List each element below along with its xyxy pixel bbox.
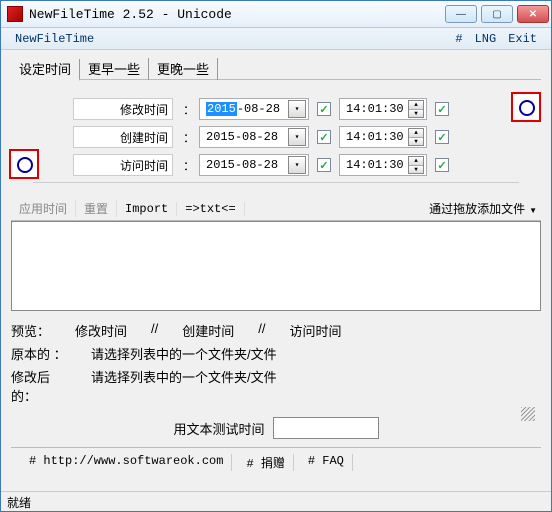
- colon: ：: [183, 101, 195, 118]
- test-time-row: 用文本测试时间: [11, 417, 541, 439]
- tab-earlier[interactable]: 更早一些: [80, 58, 149, 80]
- test-time-input[interactable]: [273, 417, 379, 439]
- colon: ：: [183, 157, 195, 174]
- check-accessed-time[interactable]: ✓: [435, 158, 449, 172]
- label-created: 创建时间: [73, 126, 173, 148]
- time-created[interactable]: 14:01:30 ▲▼: [339, 126, 427, 148]
- menubar: NewFileTime # LNG Exit: [1, 28, 551, 50]
- label-modified: 修改时间: [73, 98, 173, 120]
- spinner-icon[interactable]: ▲▼: [408, 128, 424, 146]
- chevron-down-icon: ▼: [529, 206, 537, 215]
- row-accessed: 访问时间 ： 2015-08-28 ▾ ✓ 14:01:30 ▲▼ ✓: [73, 154, 519, 176]
- date-accessed[interactable]: 2015-08-28 ▾: [199, 154, 309, 176]
- tabs: 设定时间 更早一些 更晚一些: [11, 58, 541, 80]
- preview-label: 预览：: [11, 321, 75, 340]
- check-modified-date[interactable]: ✓: [317, 102, 331, 116]
- spinner-icon[interactable]: ▲▼: [408, 100, 424, 118]
- footer-donate[interactable]: # 捐赠: [238, 454, 293, 471]
- clock-icon[interactable]: [9, 149, 39, 179]
- menu-lng[interactable]: LNG: [469, 32, 503, 46]
- time-rows: 修改时间 ： 2015-08-28 ▾ ✓ 14:01:30 ▲▼ ✓ 创建时间…: [11, 98, 541, 191]
- btn-txt[interactable]: =>txt<=: [177, 202, 244, 216]
- preview-after-label: 修改后的：: [11, 367, 75, 405]
- test-time-label: 用文本测试时间: [173, 419, 264, 438]
- preview-original-hint: 请选择列表中的一个文件夹/文件: [91, 344, 277, 363]
- check-created-time[interactable]: ✓: [435, 130, 449, 144]
- tab-set-time[interactable]: 设定时间: [11, 59, 80, 81]
- maximize-button[interactable]: ▢: [481, 5, 513, 23]
- check-modified-time[interactable]: ✓: [435, 102, 449, 116]
- colon: ：: [183, 129, 195, 146]
- preview-col-accessed: 访问时间: [290, 321, 342, 340]
- footer-faq[interactable]: # FAQ: [300, 454, 353, 471]
- preview-after-hint: 请选择列表中的一个文件夹/文件: [91, 367, 277, 405]
- check-accessed-date[interactable]: ✓: [317, 158, 331, 172]
- toolbar: 应用时间 重置 Import =>txt<= 通过拖放添加文件▼: [11, 197, 541, 221]
- preview-col-created: 创建时间: [182, 321, 234, 340]
- preview-col-modified: 修改时间: [75, 321, 127, 340]
- status-bar: 就绪: [1, 491, 551, 511]
- footer: # http://www.softwareok.com # 捐赠 # FAQ: [11, 447, 541, 477]
- menu-app[interactable]: NewFileTime: [9, 32, 100, 46]
- tab-later[interactable]: 更晚一些: [149, 58, 218, 80]
- preview-original-label: 原本的 ：: [11, 344, 75, 363]
- date-modified[interactable]: 2015-08-28 ▾: [199, 98, 309, 120]
- menu-exit[interactable]: Exit: [502, 32, 543, 46]
- resize-grip-icon[interactable]: [521, 407, 535, 421]
- drop-files-hint[interactable]: 通过拖放添加文件▼: [245, 200, 541, 217]
- time-accessed[interactable]: 14:01:30 ▲▼: [339, 154, 427, 176]
- calendar-drop-icon[interactable]: ▾: [288, 128, 306, 146]
- btn-reset[interactable]: 重置: [76, 200, 117, 217]
- calendar-drop-icon[interactable]: ▾: [288, 156, 306, 174]
- footer-url[interactable]: # http://www.softwareok.com: [21, 454, 232, 471]
- calendar-drop-icon[interactable]: ▾: [288, 100, 306, 118]
- date-created[interactable]: 2015-08-28 ▾: [199, 126, 309, 148]
- btn-import[interactable]: Import: [117, 202, 177, 216]
- close-button[interactable]: ✕: [517, 5, 549, 23]
- clock-icon[interactable]: [511, 92, 541, 122]
- window-title: NewFileTime 2.52 - Unicode: [29, 7, 445, 22]
- btn-apply-time[interactable]: 应用时间: [11, 200, 76, 217]
- spinner-icon[interactable]: ▲▼: [408, 156, 424, 174]
- titlebar[interactable]: NewFileTime 2.52 - Unicode — ▢ ✕: [1, 1, 551, 28]
- row-modified: 修改时间 ： 2015-08-28 ▾ ✓ 14:01:30 ▲▼ ✓: [73, 98, 519, 120]
- row-created: 创建时间 ： 2015-08-28 ▾ ✓ 14:01:30 ▲▼ ✓: [73, 126, 519, 148]
- minimize-button[interactable]: —: [445, 5, 477, 23]
- label-accessed: 访问时间: [73, 154, 173, 176]
- preview: 预览： 修改时间 // 创建时间 // 访问时间 原本的 ： 请选择列表中的一个…: [11, 321, 541, 447]
- time-modified[interactable]: 14:01:30 ▲▼: [339, 98, 427, 120]
- menu-hash[interactable]: #: [449, 32, 468, 46]
- app-icon: [7, 6, 23, 22]
- check-created-date[interactable]: ✓: [317, 130, 331, 144]
- app-window: NewFileTime 2.52 - Unicode — ▢ ✕ NewFile…: [0, 0, 552, 512]
- file-list[interactable]: [11, 221, 541, 311]
